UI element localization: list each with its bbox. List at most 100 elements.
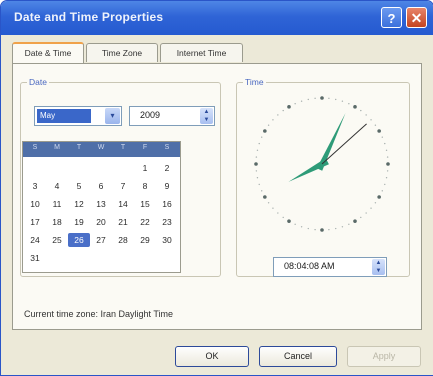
month-value: May: [37, 109, 91, 123]
calendar-day[interactable]: 30: [156, 233, 178, 247]
clock-minute-mark: [255, 156, 258, 158]
clock-minute-hand: [316, 113, 346, 171]
spin-up-icon[interactable]: ▲: [200, 108, 213, 116]
calendar-weekday-header: SMTWTFS: [23, 142, 180, 157]
calendar-day[interactable]: 18: [46, 215, 68, 229]
calendar-day[interactable]: 20: [90, 215, 112, 229]
weekday-label: S: [32, 144, 38, 151]
calendar-day[interactable]: 28: [112, 233, 134, 247]
title-bar[interactable]: Date and Time Properties ? ✕: [1, 1, 433, 35]
calendar-day[interactable]: 6: [90, 179, 112, 193]
calendar-day[interactable]: 15: [134, 197, 156, 211]
calendar-day[interactable]: 3: [24, 179, 46, 193]
clock-hour-mark: [377, 129, 381, 133]
clock-minute-mark: [255, 170, 258, 172]
clock-minute-mark: [385, 149, 388, 151]
spin-down-icon[interactable]: ▼: [372, 267, 385, 275]
calendar-day[interactable]: 23: [156, 215, 178, 229]
clock-minute-mark: [277, 212, 279, 214]
clock-hour-mark: [377, 195, 381, 199]
clock-minute-mark: [307, 98, 309, 101]
close-button[interactable]: ✕: [406, 7, 427, 28]
weekday-label: M: [54, 144, 60, 151]
clock-hour-mark: [263, 129, 267, 133]
calendar-day[interactable]: 11: [46, 197, 68, 211]
clock-minute-mark: [314, 97, 316, 100]
chevron-down-icon[interactable]: ▾: [105, 108, 120, 124]
clock-minute-mark: [282, 109, 284, 112]
clock-hour-mark: [353, 219, 357, 223]
time-spin[interactable]: ▲ ▼: [372, 259, 385, 275]
help-button[interactable]: ?: [381, 7, 402, 28]
weekday-label: F: [142, 144, 148, 151]
clock-minute-mark: [328, 228, 330, 231]
clock-minute-mark: [348, 103, 350, 105]
calendar-day[interactable]: 14: [112, 197, 134, 211]
calendar-day[interactable]: 31: [24, 251, 46, 265]
calendar-day[interactable]: 17: [24, 215, 46, 229]
calendar-day[interactable]: 22: [134, 215, 156, 229]
calendar-day[interactable]: 9: [156, 179, 178, 193]
spin-down-icon[interactable]: ▼: [200, 116, 213, 124]
year-spin[interactable]: ▲ ▼: [200, 108, 213, 124]
calendar-day[interactable]: 24: [24, 233, 46, 247]
calendar-day[interactable]: 16: [156, 197, 178, 211]
calendar-day[interactable]: 5: [68, 179, 90, 193]
tab-date-time[interactable]: Date & Time: [12, 42, 84, 63]
clock-minute-mark: [370, 119, 372, 121]
clock-minute-mark: [370, 207, 372, 209]
clock-minute-mark: [360, 216, 362, 219]
clock-minute-mark: [314, 228, 316, 231]
cancel-button[interactable]: Cancel: [259, 346, 337, 367]
clock-minute-mark: [267, 124, 270, 126]
ok-button[interactable]: OK: [175, 346, 249, 367]
window-title: Date and Time Properties: [14, 10, 164, 24]
clock-minute-mark: [385, 177, 388, 179]
calendar-day[interactable]: 7: [112, 179, 134, 193]
calendar-day[interactable]: 27: [90, 233, 112, 247]
date-group-label: Date: [27, 77, 49, 87]
calendar-day[interactable]: 13: [90, 197, 112, 211]
calendar-day[interactable]: 8: [134, 179, 156, 193]
analog-clock: [254, 96, 390, 232]
clock-minute-mark: [258, 183, 260, 186]
date-time-dialog: Date and Time Properties ? ✕ Date & Time…: [0, 0, 433, 376]
clock-minute-mark: [267, 202, 270, 204]
tab-internet-time[interactable]: Internet Time: [160, 43, 243, 62]
calendar-day-selected[interactable]: 26: [68, 233, 90, 247]
clock-minute-mark: [348, 223, 350, 225]
clock-minute-mark: [386, 170, 389, 172]
calendar-day[interactable]: 29: [134, 233, 156, 247]
calendar-day[interactable]: 4: [46, 179, 68, 193]
clock-minute-mark: [256, 177, 259, 179]
tab-time-zone[interactable]: Time Zone: [86, 43, 158, 62]
calendar-day[interactable]: 12: [68, 197, 90, 211]
apply-button: Apply: [347, 346, 421, 367]
year-stepper[interactable]: 2009 ▲ ▼: [129, 106, 215, 126]
calendar-day[interactable]: 2: [156, 161, 178, 175]
calendar-day[interactable]: 25: [46, 233, 68, 247]
clock-minute-mark: [294, 103, 296, 105]
clock-minute-mark: [374, 202, 377, 204]
calendar-day[interactable]: 19: [68, 215, 90, 229]
clock-hour-mark: [320, 228, 324, 232]
spin-up-icon[interactable]: ▲: [372, 259, 385, 267]
time-value: 08:04:08 AM: [284, 261, 335, 271]
clock-minute-mark: [300, 226, 303, 228]
calendar-day[interactable]: 10: [24, 197, 46, 211]
clock-minute-mark: [384, 142, 386, 145]
clock-minute-mark: [282, 216, 284, 219]
month-select[interactable]: May ▾: [34, 106, 122, 126]
clock-minute-mark: [384, 183, 386, 186]
clock-minute-mark: [335, 98, 337, 101]
calendar-day[interactable]: 1: [134, 161, 156, 175]
clock-minute-mark: [374, 124, 377, 126]
clock-minute-mark: [386, 156, 389, 158]
clock-hour-mark: [254, 162, 258, 166]
calendar-day[interactable]: 21: [112, 215, 134, 229]
clock-minute-mark: [381, 136, 383, 138]
clock-minute-mark: [335, 227, 337, 230]
time-stepper[interactable]: 08:04:08 AM ▲ ▼: [273, 257, 387, 277]
clock-minute-mark: [272, 119, 274, 121]
clock-minute-mark: [341, 226, 344, 228]
